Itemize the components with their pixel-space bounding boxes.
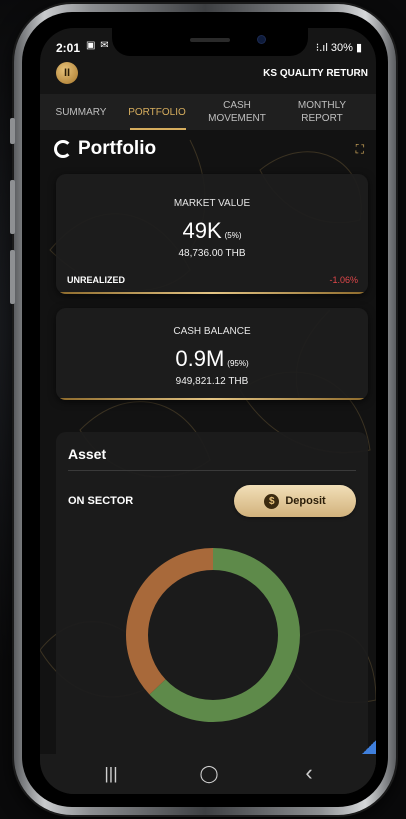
system-nav-bar: ||| ◯ ‹ — [40, 754, 376, 794]
account-name[interactable]: KS QUALITY RETURN — [263, 68, 368, 79]
page-header: Portfolio — [54, 138, 156, 160]
sector-donut-chart[interactable] — [118, 540, 308, 730]
notification-icons: ▣ ✉ — [86, 40, 110, 51]
asset-title: Asset — [68, 446, 107, 462]
unrealized-value: -1.06% — [329, 275, 358, 285]
market-value-label: MARKET VALUE — [173, 198, 251, 209]
unrealized-label: UNREALIZED — [67, 275, 125, 285]
notch — [112, 28, 308, 56]
market-value-card[interactable]: MARKET VALUE 49K (5%) 48,736.00 THB UNREA… — [56, 174, 368, 294]
card-gold-underline — [56, 292, 368, 294]
battery-icon: ▮ — [355, 42, 362, 54]
front-camera — [258, 36, 265, 43]
volume-up-button — [10, 180, 15, 234]
divider — [68, 470, 356, 471]
cash-balance-card[interactable]: CASH BALANCE 0.9M (95%) 949,821.12 THB — [56, 308, 368, 400]
portfolio-content[interactable]: Portfolio ⛶ MARKET VALUE 49K (5%) 48,736.… — [40, 130, 376, 754]
market-value-amount-row: 49K (5%) — [56, 218, 368, 244]
back-button[interactable]: ‹ — [294, 760, 324, 786]
avatar[interactable]: II — [56, 62, 78, 84]
expand-icon[interactable]: ⛶ — [356, 142, 364, 157]
tab-bar: SUMMARY PORTFOLIO CASH MOVEMENT MONTHLY … — [40, 94, 376, 130]
market-value-thb: 48,736.00 THB — [178, 248, 246, 259]
volume-down-button — [10, 250, 15, 304]
cash-balance-percent: (95%) — [227, 359, 249, 368]
status-right: ⁝.ıl 30% ▮ — [316, 41, 362, 54]
status-time: 2:01 — [56, 41, 81, 55]
portfolio-logo-icon — [54, 140, 72, 158]
recent-apps-button[interactable]: ||| — [96, 764, 126, 784]
speaker — [190, 38, 230, 42]
money-bag-icon: $ — [264, 493, 280, 509]
home-button[interactable]: ◯ — [194, 764, 224, 784]
on-sector-label: ON SECTOR — [68, 495, 134, 507]
market-value-percent: (5%) — [224, 231, 242, 240]
tab-summary[interactable]: SUMMARY — [46, 94, 116, 130]
market-value-amount: 49K — [182, 218, 222, 243]
page-title: Portfolio — [78, 138, 157, 159]
tab-cash-movement[interactable]: CASH MOVEMENT — [204, 94, 270, 130]
card-gold-underline — [56, 398, 368, 400]
side-button — [10, 118, 15, 144]
asset-card: Asset ON SECTOR $ Deposit — [56, 432, 368, 754]
corner-indicator — [362, 740, 376, 754]
battery-level: 30% — [330, 42, 353, 54]
phone-screen: 2:01 ▣ ✉ ⁝.ıl 30% ▮ II KS QUALITY RETURN… — [40, 28, 376, 794]
cash-balance-amount: 0.9M — [175, 346, 225, 371]
cash-balance-amount-row: 0.9M (95%) — [56, 346, 368, 372]
app-bar: II KS QUALITY RETURN — [40, 62, 376, 92]
deposit-label: Deposit — [285, 495, 326, 507]
tab-monthly-report[interactable]: MONTHLY REPORT — [286, 94, 358, 130]
deposit-button[interactable]: $ Deposit — [234, 485, 356, 517]
cash-balance-label: CASH BALANCE — [173, 326, 251, 337]
signal-icon: ⁝.ıl — [315, 42, 328, 54]
tab-portfolio[interactable]: PORTFOLIO — [122, 94, 192, 130]
cash-balance-thb: 949,821.12 THB — [175, 376, 249, 387]
